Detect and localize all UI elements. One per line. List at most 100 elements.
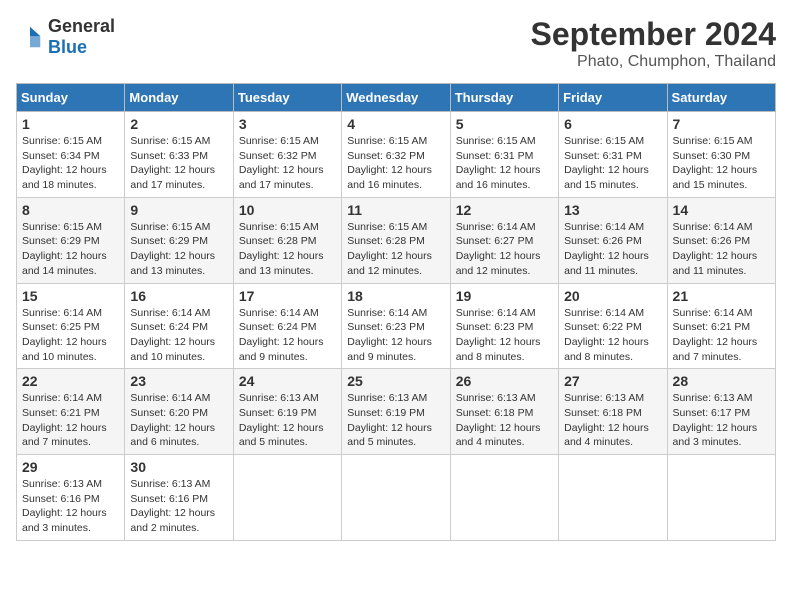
day-info: Sunrise: 6:15 AMSunset: 6:32 PMDaylight:… <box>347 134 444 193</box>
calendar-day-cell: 30Sunrise: 6:13 AMSunset: 6:16 PMDayligh… <box>125 455 233 541</box>
day-number: 2 <box>130 116 227 132</box>
day-number: 13 <box>564 202 661 218</box>
day-info: Sunrise: 6:15 AMSunset: 6:29 PMDaylight:… <box>130 220 227 279</box>
day-number: 15 <box>22 288 119 304</box>
weekday-header-wednesday: Wednesday <box>342 84 450 112</box>
calendar-day-cell: 6 Sunrise: 6:15 AMSunset: 6:31 PMDaylight… <box>559 112 667 198</box>
calendar-day-cell: 12Sunrise: 6:14 AMSunset: 6:27 PMDayligh… <box>450 197 558 283</box>
day-info: Sunrise: 6:13 AMSunset: 6:19 PMDaylight:… <box>239 391 336 450</box>
day-info: Sunrise: 6:14 AMSunset: 6:20 PMDaylight:… <box>130 391 227 450</box>
day-number: 29 <box>22 459 119 475</box>
calendar-day-cell: 21 Sunrise: 6:14 AMSunset: 6:21 PMDayligh… <box>667 283 775 369</box>
day-info: Sunrise: 6:14 AMSunset: 6:26 PMDaylight:… <box>564 220 661 279</box>
calendar-day-cell: 27 Sunrise: 6:13 AMSunset: 6:18 PMDayligh… <box>559 369 667 455</box>
day-info: Sunrise: 6:15 AMSunset: 6:31 PMDaylight:… <box>564 134 661 193</box>
logo: General Blue <box>16 16 115 58</box>
weekday-header-tuesday: Tuesday <box>233 84 341 112</box>
day-number: 30 <box>130 459 227 475</box>
weekday-header-saturday: Saturday <box>667 84 775 112</box>
day-number: 4 <box>347 116 444 132</box>
calendar-week-row: 1 Sunrise: 6:15 AMSunset: 6:34 PMDaylight… <box>17 112 776 198</box>
calendar-day-cell: 25 Sunrise: 6:13 AMSunset: 6:19 PMDayligh… <box>342 369 450 455</box>
calendar-day-cell: 3Sunrise: 6:15 AMSunset: 6:32 PMDaylight… <box>233 112 341 198</box>
calendar-day-cell: 16Sunrise: 6:14 AMSunset: 6:24 PMDayligh… <box>125 283 233 369</box>
day-info: Sunrise: 6:13 AMSunset: 6:16 PMDaylight:… <box>22 477 119 536</box>
day-number: 9 <box>130 202 227 218</box>
calendar-day-cell: 10Sunrise: 6:15 AMSunset: 6:28 PMDayligh… <box>233 197 341 283</box>
day-info: Sunrise: 6:14 AMSunset: 6:22 PMDaylight:… <box>564 306 661 365</box>
weekday-header-monday: Monday <box>125 84 233 112</box>
day-number: 20 <box>564 288 661 304</box>
title-block: September 2024 Phato, Chumphon, Thailand <box>531 16 776 71</box>
calendar-week-row: 22 Sunrise: 6:14 AMSunset: 6:21 PMDayligh… <box>17 369 776 455</box>
calendar-week-row: 8 Sunrise: 6:15 AMSunset: 6:29 PMDaylight… <box>17 197 776 283</box>
calendar-day-cell: 28Sunrise: 6:13 AMSunset: 6:17 PMDayligh… <box>667 369 775 455</box>
day-number: 10 <box>239 202 336 218</box>
empty-cell <box>233 455 341 541</box>
calendar-day-cell: 23Sunrise: 6:14 AMSunset: 6:20 PMDayligh… <box>125 369 233 455</box>
day-info: Sunrise: 6:13 AMSunset: 6:18 PMDaylight:… <box>564 391 661 450</box>
day-info: Sunrise: 6:15 AMSunset: 6:29 PMDaylight:… <box>22 220 119 279</box>
day-info: Sunrise: 6:14 AMSunset: 6:23 PMDaylight:… <box>456 306 553 365</box>
weekday-header-thursday: Thursday <box>450 84 558 112</box>
page-header: General Blue September 2024 Phato, Chump… <box>16 16 776 71</box>
day-number: 22 <box>22 373 119 389</box>
day-info: Sunrise: 6:14 AMSunset: 6:24 PMDaylight:… <box>239 306 336 365</box>
day-number: 1 <box>22 116 119 132</box>
empty-cell <box>342 455 450 541</box>
calendar-day-cell: 15 Sunrise: 6:14 AMSunset: 6:25 PMDayligh… <box>17 283 125 369</box>
day-info: Sunrise: 6:14 AMSunset: 6:26 PMDaylight:… <box>673 220 770 279</box>
empty-cell <box>559 455 667 541</box>
day-info: Sunrise: 6:14 AMSunset: 6:21 PMDaylight:… <box>673 306 770 365</box>
day-number: 25 <box>347 373 444 389</box>
calendar-day-cell: 22 Sunrise: 6:14 AMSunset: 6:21 PMDayligh… <box>17 369 125 455</box>
weekday-header-sunday: Sunday <box>17 84 125 112</box>
calendar-day-cell: 2Sunrise: 6:15 AMSunset: 6:33 PMDaylight… <box>125 112 233 198</box>
day-number: 8 <box>22 202 119 218</box>
day-number: 14 <box>673 202 770 218</box>
calendar-day-cell: 7 Sunrise: 6:15 AMSunset: 6:30 PMDaylight… <box>667 112 775 198</box>
logo-blue: Blue <box>48 37 87 57</box>
day-info: Sunrise: 6:14 AMSunset: 6:23 PMDaylight:… <box>347 306 444 365</box>
calendar-table: SundayMondayTuesdayWednesdayThursdayFrid… <box>16 83 776 541</box>
calendar-day-cell: 13 Sunrise: 6:14 AMSunset: 6:26 PMDayligh… <box>559 197 667 283</box>
calendar-day-cell: 14 Sunrise: 6:14 AMSunset: 6:26 PMDayligh… <box>667 197 775 283</box>
day-number: 11 <box>347 202 444 218</box>
location-title: Phato, Chumphon, Thailand <box>531 53 776 71</box>
day-info: Sunrise: 6:13 AMSunset: 6:18 PMDaylight:… <box>456 391 553 450</box>
logo-general: General <box>48 16 115 36</box>
weekday-header-friday: Friday <box>559 84 667 112</box>
calendar-day-cell: 11Sunrise: 6:15 AMSunset: 6:28 PMDayligh… <box>342 197 450 283</box>
day-number: 21 <box>673 288 770 304</box>
calendar-day-cell: 9 Sunrise: 6:15 AMSunset: 6:29 PMDaylight… <box>125 197 233 283</box>
calendar-day-cell: 5Sunrise: 6:15 AMSunset: 6:31 PMDaylight… <box>450 112 558 198</box>
day-info: Sunrise: 6:15 AMSunset: 6:34 PMDaylight:… <box>22 134 119 193</box>
day-number: 19 <box>456 288 553 304</box>
day-info: Sunrise: 6:15 AMSunset: 6:31 PMDaylight:… <box>456 134 553 193</box>
day-info: Sunrise: 6:15 AMSunset: 6:30 PMDaylight:… <box>673 134 770 193</box>
logo-icon <box>16 23 44 51</box>
day-info: Sunrise: 6:13 AMSunset: 6:17 PMDaylight:… <box>673 391 770 450</box>
calendar-day-cell: 17Sunrise: 6:14 AMSunset: 6:24 PMDayligh… <box>233 283 341 369</box>
calendar-day-cell: 4 Sunrise: 6:15 AMSunset: 6:32 PMDaylight… <box>342 112 450 198</box>
day-info: Sunrise: 6:14 AMSunset: 6:25 PMDaylight:… <box>22 306 119 365</box>
day-number: 27 <box>564 373 661 389</box>
day-number: 6 <box>564 116 661 132</box>
day-info: Sunrise: 6:14 AMSunset: 6:21 PMDaylight:… <box>22 391 119 450</box>
calendar-day-cell: 19 Sunrise: 6:14 AMSunset: 6:23 PMDayligh… <box>450 283 558 369</box>
month-title: September 2024 <box>531 16 776 53</box>
calendar-day-cell: 29 Sunrise: 6:13 AMSunset: 6:16 PMDayligh… <box>17 455 125 541</box>
calendar-week-row: 15 Sunrise: 6:14 AMSunset: 6:25 PMDayligh… <box>17 283 776 369</box>
day-number: 26 <box>456 373 553 389</box>
calendar-day-cell: 18Sunrise: 6:14 AMSunset: 6:23 PMDayligh… <box>342 283 450 369</box>
day-info: Sunrise: 6:14 AMSunset: 6:27 PMDaylight:… <box>456 220 553 279</box>
calendar-header-row: SundayMondayTuesdayWednesdayThursdayFrid… <box>17 84 776 112</box>
calendar-day-cell: 24 Sunrise: 6:13 AMSunset: 6:19 PMDayligh… <box>233 369 341 455</box>
day-info: Sunrise: 6:13 AMSunset: 6:19 PMDaylight:… <box>347 391 444 450</box>
day-info: Sunrise: 6:14 AMSunset: 6:24 PMDaylight:… <box>130 306 227 365</box>
day-number: 7 <box>673 116 770 132</box>
calendar-day-cell: 20 Sunrise: 6:14 AMSunset: 6:22 PMDayligh… <box>559 283 667 369</box>
day-number: 24 <box>239 373 336 389</box>
empty-cell <box>450 455 558 541</box>
calendar-day-cell: 1 Sunrise: 6:15 AMSunset: 6:34 PMDaylight… <box>17 112 125 198</box>
